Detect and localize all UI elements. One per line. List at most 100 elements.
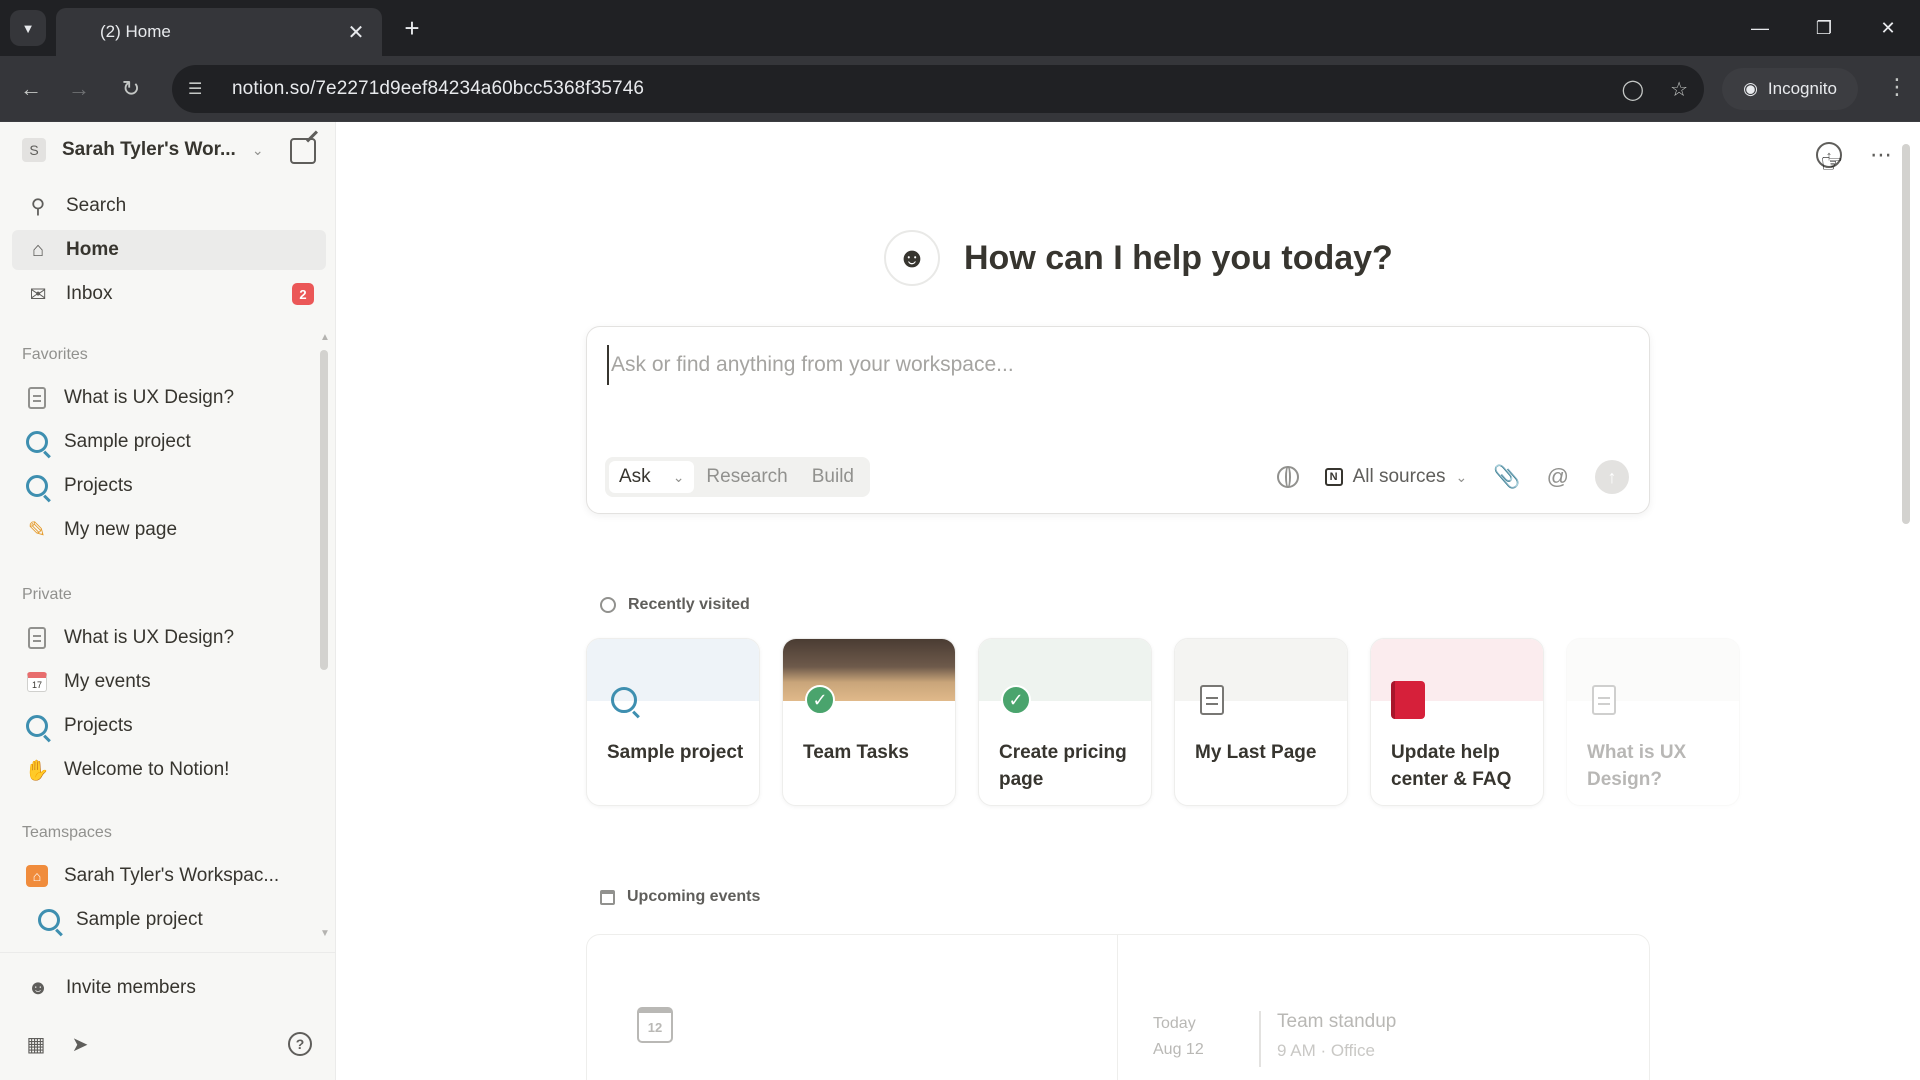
workspace-name: Sarah Tyler's Wor... (62, 139, 236, 160)
event-color-bar (1259, 1011, 1261, 1067)
sidebar-teamspace-item[interactable]: ⌂ Sarah Tyler's Workspac... (12, 856, 312, 896)
incognito-indicator[interactable]: ◉ Incognito (1722, 68, 1858, 110)
back-arrow-icon[interactable]: ← (14, 72, 48, 106)
restore-icon[interactable]: ❐ (1792, 0, 1856, 56)
sidebar: S Sarah Tyler's Wor... ⌄ ⚲ Search ⌂ Home… (0, 122, 336, 1080)
star-icon[interactable]: ☆ (1670, 77, 1688, 102)
event-meta: 9 AM · Office (1277, 1041, 1375, 1060)
browser-tab-strip: ▼ (2) Home ✕ + — ❐ ✕ (0, 0, 1920, 56)
favorites-heading[interactable]: Favorites (22, 346, 88, 364)
sources-dropdown[interactable]: N All sources ⌄ (1324, 466, 1467, 488)
new-page-icon[interactable] (290, 138, 316, 164)
sidebar-page-item[interactable]: 17 My events (12, 662, 312, 702)
ai-ask-box: Ask ⌄ Research Build N All sources ⌄ 📎 @… (586, 326, 1650, 514)
sidebar-page-label: Sample project (64, 431, 191, 452)
sidebar-page-item[interactable]: Projects (12, 466, 312, 506)
sidebar-page-item[interactable]: ✎ My new page (12, 510, 312, 550)
arrow-up-icon: ↑ (1607, 466, 1617, 487)
card-title: Update help center & FAQ (1391, 742, 1512, 790)
scroll-up-arrow-icon[interactable]: ▲ (320, 332, 330, 343)
project-icon (24, 473, 50, 499)
reload-icon[interactable]: ↻ (114, 72, 148, 106)
browser-menu-icon[interactable]: ⋮ (1886, 74, 1908, 100)
sidebar-page-item[interactable]: What is UX Design? (12, 378, 312, 418)
invite-members-label: Invite members (66, 977, 196, 998)
private-heading[interactable]: Private (22, 586, 72, 604)
recent-page-card[interactable]: Update help center & FAQ (1370, 638, 1544, 806)
browser-tab[interactable]: (2) Home ✕ (56, 8, 382, 56)
mention-at-icon[interactable]: @ (1547, 464, 1569, 490)
new-tab-button[interactable]: + (396, 12, 428, 44)
cards-fade-overlay (1836, 638, 1920, 808)
incognito-label: Incognito (1767, 79, 1837, 98)
sidebar-item-search[interactable]: ⚲ Search (12, 186, 326, 226)
url-text[interactable]: notion.so/7e2271d9eef84234a60bcc5368f357… (232, 78, 1596, 100)
send-mail-icon[interactable]: ➤ (66, 1030, 94, 1058)
main-scrollbar[interactable] (1902, 144, 1910, 524)
event-title[interactable]: Team standup (1277, 1011, 1396, 1033)
browser-toolbar: ← → ↻ ☰ notion.so/7e2271d9eef84234a60bcc… (0, 56, 1920, 122)
sidebar-page-item[interactable]: What is UX Design? (12, 618, 312, 658)
recent-page-card[interactable]: ✓ Create pricing page (978, 638, 1152, 806)
help-button[interactable]: ? (286, 1030, 314, 1058)
site-settings-icon[interactable]: ☰ (188, 79, 218, 99)
sidebar-item-inbox[interactable]: ✉ Inbox 2 (12, 274, 326, 314)
calendar-icon (600, 889, 615, 905)
notion-ai-face-icon: ☻ (884, 230, 940, 286)
main-content: ↑ ⋯ ☞ ☻ How can I help you today? Ask ⌄ … (336, 122, 1920, 1080)
event-day-label: Today (1153, 1015, 1196, 1032)
sidebar-scrollbar[interactable] (320, 350, 328, 670)
forward-arrow-icon[interactable]: → (62, 72, 96, 106)
sidebar-page-item[interactable]: Projects (12, 706, 312, 746)
recent-page-card[interactable]: Sample project (586, 638, 760, 806)
sidebar-page-item[interactable]: Sample project (12, 422, 312, 462)
close-tab-icon[interactable]: ✕ (344, 20, 368, 45)
attachment-paperclip-icon[interactable]: 📎 (1493, 464, 1520, 490)
workspace-avatar: S (22, 138, 46, 162)
recent-page-card[interactable]: My Last Page (1174, 638, 1348, 806)
recent-page-card[interactable]: ✓ Team Tasks (782, 638, 956, 806)
mode-build-option[interactable]: Build (800, 466, 866, 488)
sidebar-page-label: My events (64, 671, 151, 692)
sidebar-item-label: Search (66, 195, 127, 216)
card-title: Team Tasks (803, 742, 909, 763)
sidebar-page-label: Sample project (76, 909, 203, 930)
card-title: My Last Page (1195, 742, 1317, 763)
web-search-globe-icon[interactable] (1276, 466, 1299, 488)
mode-research-option[interactable]: Research (694, 466, 799, 488)
address-bar[interactable]: ☰ notion.so/7e2271d9eef84234a60bcc5368f3… (172, 65, 1704, 113)
calendar-icon: 12 (637, 1007, 673, 1043)
book-icon (1391, 681, 1425, 719)
sidebar-page-label: Projects (64, 475, 133, 496)
event-date: Today Aug 12 (1153, 1011, 1204, 1063)
pointer-cursor-icon: ☞ (1820, 148, 1844, 178)
ask-input[interactable] (607, 345, 1607, 385)
recent-page-card[interactable]: What is UX Design? (1566, 638, 1740, 806)
workspace-switcher[interactable]: S Sarah Tyler's Wor... ⌄ (16, 132, 316, 168)
eye-off-icon[interactable]: ◯ (1622, 77, 1644, 102)
sidebar-divider (0, 952, 336, 953)
calendar-app-icon[interactable]: ▦ (22, 1030, 50, 1058)
sidebar-page-item[interactable]: ✋ Welcome to Notion! (12, 750, 312, 790)
close-window-icon[interactable]: ✕ (1856, 0, 1920, 56)
scroll-down-arrow-icon[interactable]: ▼ (320, 928, 330, 939)
sidebar-page-label: Sarah Tyler's Workspac... (64, 865, 280, 886)
sidebar-page-label: Welcome to Notion! (64, 759, 230, 780)
recently-visited-heading: Recently visited (600, 596, 750, 614)
mode-ask-dropdown[interactable]: Ask ⌄ (609, 461, 695, 493)
more-options-icon[interactable]: ⋯ (1864, 138, 1898, 172)
teamspaces-heading[interactable]: Teamspaces (22, 824, 112, 842)
chevron-down-icon: ⌄ (251, 141, 264, 158)
inbox-badge: 2 (292, 283, 314, 305)
invite-members-button[interactable]: ☻ Invite members (12, 968, 326, 1008)
recently-visited-label: Recently visited (628, 596, 750, 613)
event-date-label: Aug 12 (1153, 1041, 1204, 1058)
tab-search-button[interactable]: ▼ (10, 10, 46, 46)
sidebar-teamspace-item[interactable]: Sample project (24, 900, 324, 940)
sidebar-item-home[interactable]: ⌂ Home (12, 230, 326, 270)
check-icon: ✓ (999, 683, 1033, 717)
project-icon (607, 683, 641, 717)
send-button[interactable]: ↑ (1595, 460, 1629, 494)
project-icon (24, 713, 50, 739)
minimize-icon[interactable]: — (1728, 0, 1792, 56)
